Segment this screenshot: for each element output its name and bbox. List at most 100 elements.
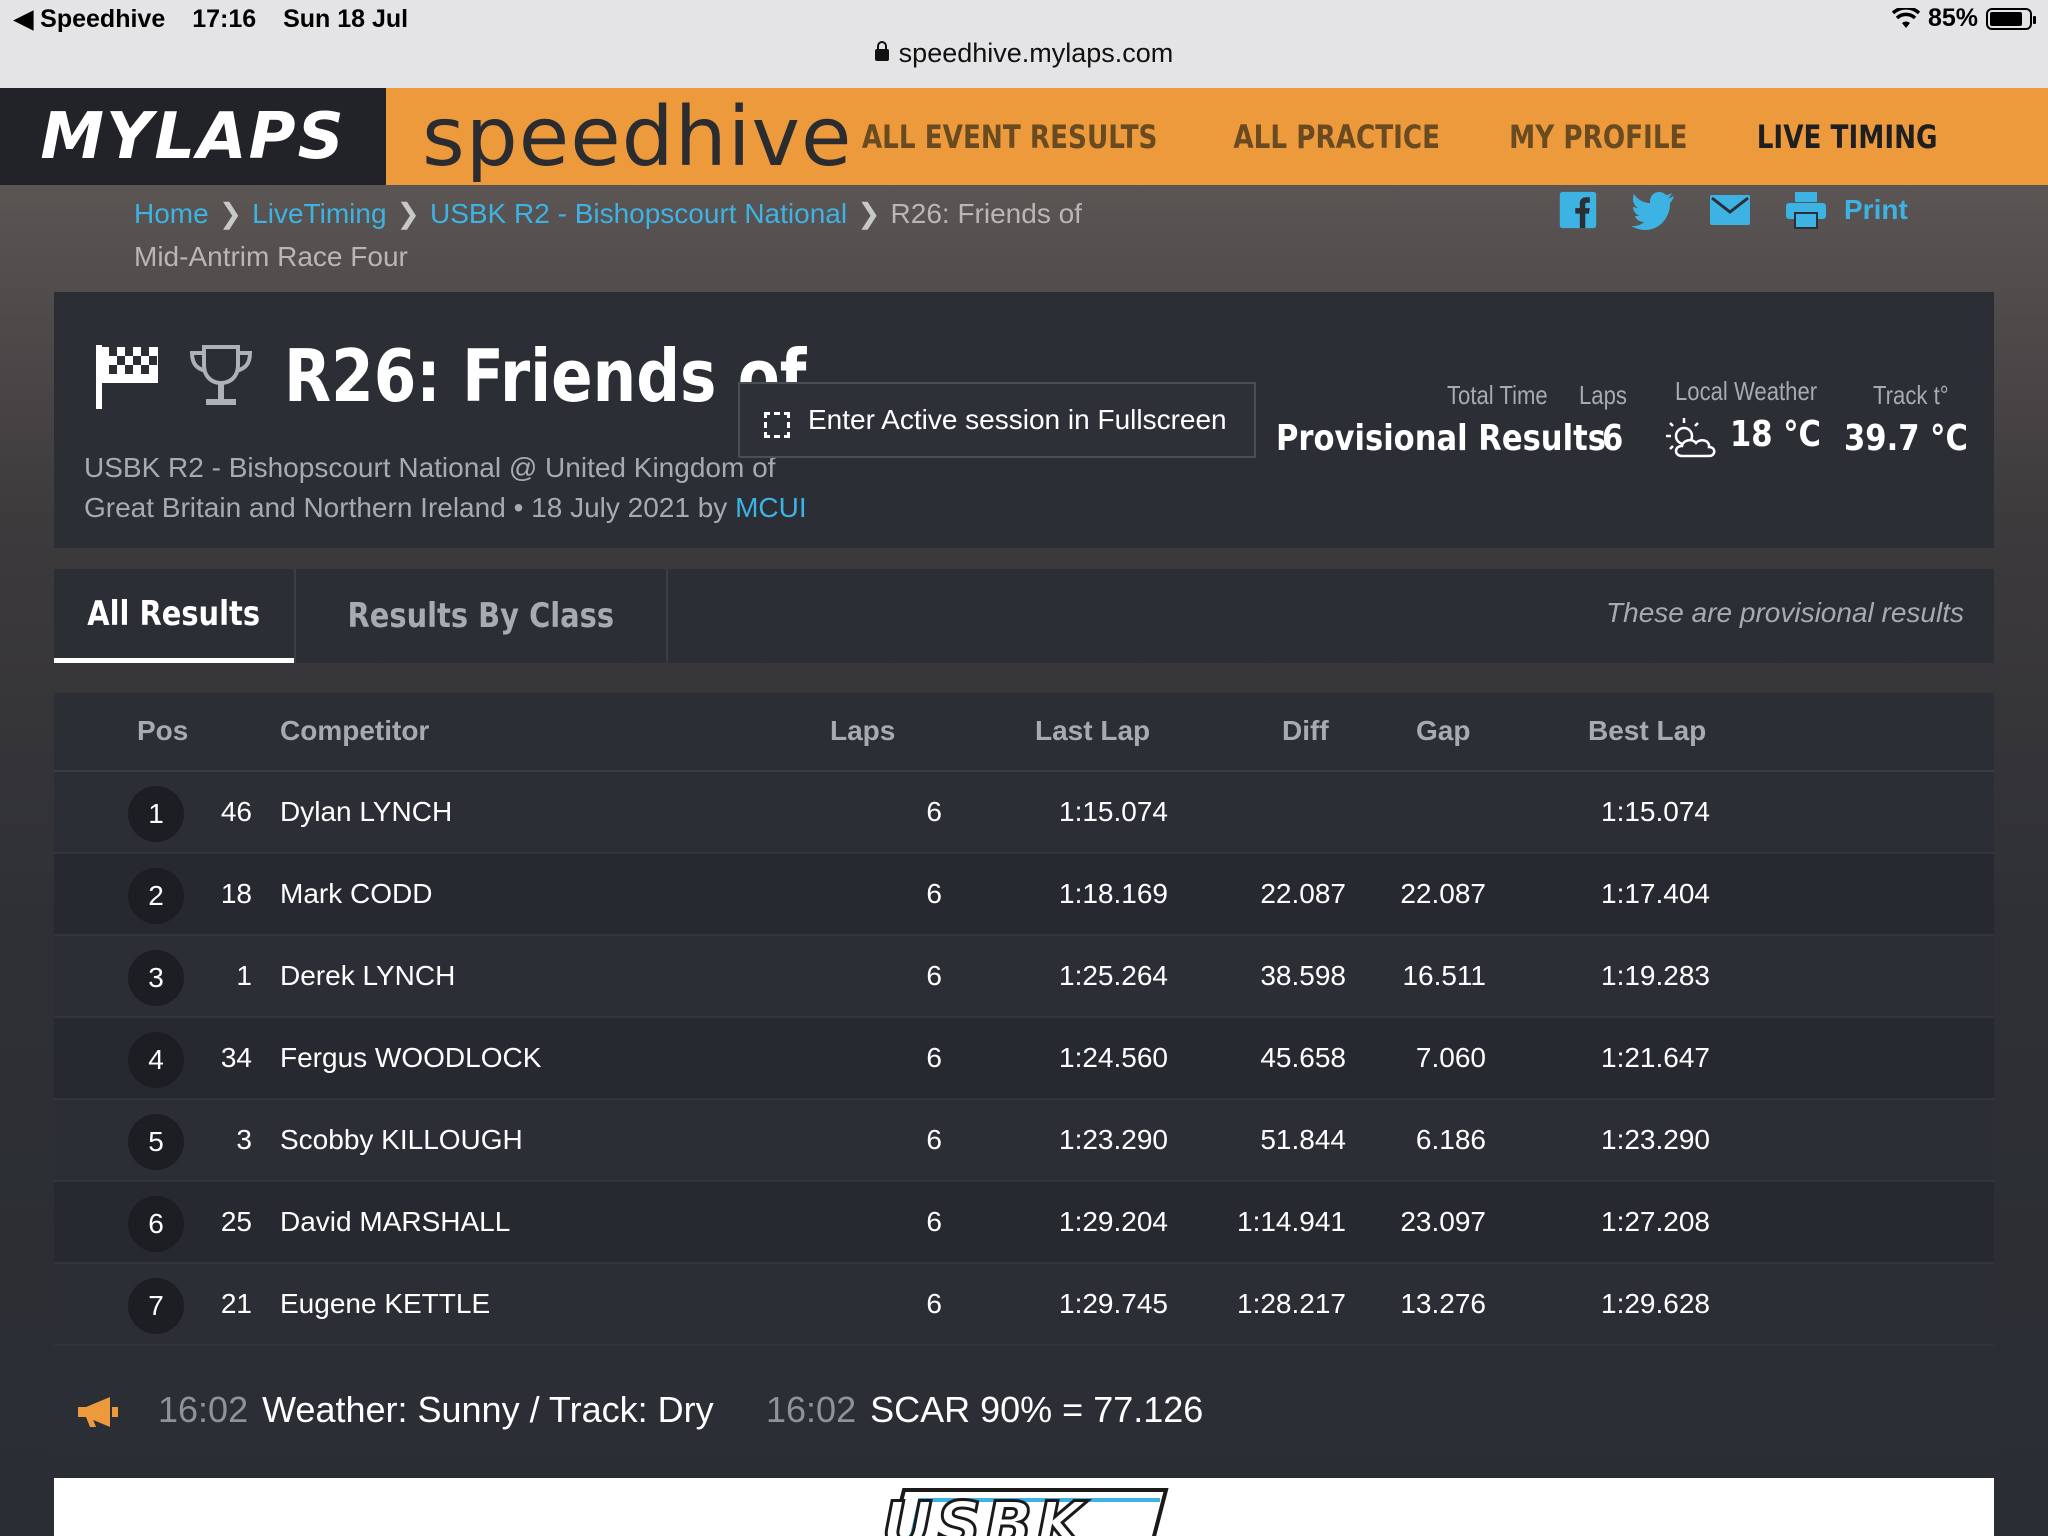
tab-by-class-label: Results By Class xyxy=(347,596,615,636)
total-time-value: Provisional Results xyxy=(1276,418,1606,459)
col-competitor[interactable]: Competitor xyxy=(280,715,429,747)
chevron-right-icon: ❯ xyxy=(396,198,420,229)
status-left: ◀ Speedhive 17:16 Sun 18 Jul xyxy=(14,4,428,34)
last-lap: 1:23.290 xyxy=(1059,1124,1168,1155)
col-gap[interactable]: Gap xyxy=(1416,715,1470,747)
gap: 7.060 xyxy=(1415,1042,1486,1073)
car-number: 25 xyxy=(220,1206,252,1237)
announcement-text: Weather: Sunny / Track: Dry xyxy=(262,1389,714,1430)
organiser-link[interactable]: MCUI xyxy=(735,492,807,523)
col-laps[interactable]: Laps xyxy=(830,715,895,747)
laps: 6 xyxy=(926,960,942,991)
position-badge: 6 xyxy=(128,1196,184,1252)
position: 7 xyxy=(148,1290,164,1321)
last-lap: 1:25.264 xyxy=(1059,960,1168,991)
nav-all-event-results[interactable]: ALL EVENT RESULTS xyxy=(862,118,1158,156)
diff: 1:14.941 xyxy=(1237,1206,1346,1237)
battery-percent: 85% xyxy=(1927,4,1978,32)
table-row[interactable]: 2 18 Mark CODD 6 1:18.169 22.087 22.087 1:17.40… xyxy=(54,854,1994,936)
fullscreen-icon xyxy=(764,412,790,438)
fullscreen-button[interactable]: Enter Active session in Fullscreen xyxy=(738,382,1256,458)
event-date: • 18 July 2021 by xyxy=(513,492,728,523)
mylaps-logo[interactable]: MYLAPS xyxy=(0,88,386,185)
checkered-flag-icon xyxy=(96,345,158,409)
partly-sunny-icon xyxy=(1666,418,1716,458)
tab-results-by-class[interactable]: Results By Class xyxy=(294,569,668,663)
back-to-app-link[interactable]: ◀ Speedhive xyxy=(14,5,165,33)
announcement-text: SCAR 90% = 77.126 xyxy=(870,1389,1204,1430)
twitter-icon[interactable] xyxy=(1632,190,1676,230)
breadcrumb: Home ❯ LiveTiming ❯ USBK R2 - Bishopscourt N… xyxy=(134,192,1134,278)
position: 1 xyxy=(148,798,164,829)
provisional-note: These are provisional results xyxy=(1606,597,1964,628)
table-row[interactable]: 6 25 David MARSHALL 6 1:29.204 1:14.941 23.097… xyxy=(54,1182,1994,1264)
best-lap: 1:29.628 xyxy=(1601,1288,1710,1319)
diff: 51.844 xyxy=(1260,1124,1346,1155)
tab-all-results[interactable]: All Results xyxy=(54,569,294,663)
diff: 1:28.217 xyxy=(1237,1288,1346,1319)
table-row[interactable]: 3 1 Derek LYNCH 6 1:25.264 38.598 16.511 1:19.2… xyxy=(54,936,1994,1018)
breadcrumb-home[interactable]: Home xyxy=(134,198,209,229)
col-diff[interactable]: Diff xyxy=(1282,715,1329,747)
nav-my-profile[interactable]: MY PROFILE xyxy=(1509,118,1687,156)
nav-live-timing[interactable]: LIVE TIMING xyxy=(1757,118,1938,156)
nav-all-practice[interactable]: ALL PRACTICE xyxy=(1233,118,1440,156)
competitor-name[interactable]: Eugene KETTLE xyxy=(280,1288,490,1320)
url-text: speedhive.mylaps.com xyxy=(898,38,1174,68)
table-row[interactable]: 1 46 Dylan LYNCH 6 1:15.074 1:15.074 xyxy=(54,772,1994,854)
laps-label: Laps xyxy=(1579,380,1627,410)
competitor-name[interactable]: Scobby KILLOUGH xyxy=(280,1124,523,1156)
gap: 23.097 xyxy=(1400,1206,1486,1237)
position-badge: 5 xyxy=(128,1114,184,1170)
address-bar[interactable]: speedhive.mylaps.com xyxy=(0,38,2048,69)
print-icon[interactable] xyxy=(1784,190,1828,230)
position: 2 xyxy=(148,880,164,911)
competitor-name[interactable]: Mark CODD xyxy=(280,878,432,910)
speedhive-brand[interactable]: speedhive xyxy=(422,90,852,185)
announcement-1: 16:02 Weather: Sunny / Track: Dry xyxy=(158,1389,714,1431)
status-date: Sun 18 Jul xyxy=(283,5,409,33)
laps: 6 xyxy=(926,1124,942,1155)
sponsor-footer: USBK xyxy=(54,1478,1994,1536)
breadcrumb-livetiming[interactable]: LiveTiming xyxy=(252,198,386,229)
table-row[interactable]: 5 3 Scobby KILLOUGH 6 1:23.290 51.844 6.186 1:2… xyxy=(54,1100,1994,1182)
car-number: 18 xyxy=(220,878,252,909)
col-last-lap[interactable]: Last Lap xyxy=(1035,715,1150,747)
weather-value: 18 °C xyxy=(1730,414,1822,455)
trophy-icon xyxy=(189,345,253,405)
email-icon[interactable] xyxy=(1708,190,1752,230)
table-body: 1 4 6 Dylan LYNCH 6 1:15.074 1:15.074 2 18 Mark C… xyxy=(54,772,1994,1346)
session-subtitle: USBK R2 - Bishopscourt National @ United… xyxy=(84,448,844,528)
chevron-right-icon: ❯ xyxy=(857,198,881,229)
competitor-name[interactable]: David MARSHALL xyxy=(280,1206,510,1238)
facebook-icon[interactable] xyxy=(1556,190,1600,230)
competitor-name[interactable]: Fergus WOODLOCK xyxy=(280,1042,541,1074)
battery-fill xyxy=(1990,11,2023,26)
laps-value: 6 xyxy=(1602,418,1624,459)
battery-icon xyxy=(1986,7,2036,30)
gap: 13.276 xyxy=(1400,1288,1486,1319)
breadcrumb-event[interactable]: USBK R2 - Bishopscourt National xyxy=(430,198,847,229)
print-button[interactable]: Print xyxy=(1844,194,1908,226)
ios-status-bar: ◀ Speedhive 17:16 Sun 18 Jul 85% speedhi… xyxy=(0,0,2048,88)
table-row[interactable]: 4 34 Fergus WOODLOCK 6 1:24.560 45.658 7.060 1:… xyxy=(54,1018,1994,1100)
best-lap: 1:17.404 xyxy=(1601,878,1710,909)
best-lap: 1:15.074 xyxy=(1601,796,1710,827)
best-lap: 1:27.208 xyxy=(1601,1206,1710,1237)
best-lap: 1:19.283 xyxy=(1601,960,1710,991)
position: 4 xyxy=(148,1044,164,1075)
last-lap: 1:24.560 xyxy=(1059,1042,1168,1073)
site-header: MYLAPS speedhive ALL EVENT RESULTS ALL P… xyxy=(0,88,2048,185)
table-row[interactable]: 7 21 Eugene KETTLE 6 1:29.745 1:28.217 13.276 1… xyxy=(54,1264,1994,1346)
col-pos[interactable]: Pos xyxy=(137,715,188,747)
competitor-name[interactable]: Derek LYNCH xyxy=(280,960,455,992)
last-lap: 1:15.074 xyxy=(1059,796,1168,827)
tab-all-results-label: All Results xyxy=(87,593,261,634)
col-best-lap[interactable]: Best Lap xyxy=(1588,715,1706,747)
logo-text: MYLAPS xyxy=(40,99,346,174)
competitor-name[interactable]: Dylan LYNCH xyxy=(280,796,452,828)
last-lap: 1:29.204 xyxy=(1059,1206,1168,1237)
total-time-label: Total Time xyxy=(1447,380,1548,410)
status-time: 17:16 xyxy=(192,5,257,33)
position: 3 xyxy=(148,962,164,993)
